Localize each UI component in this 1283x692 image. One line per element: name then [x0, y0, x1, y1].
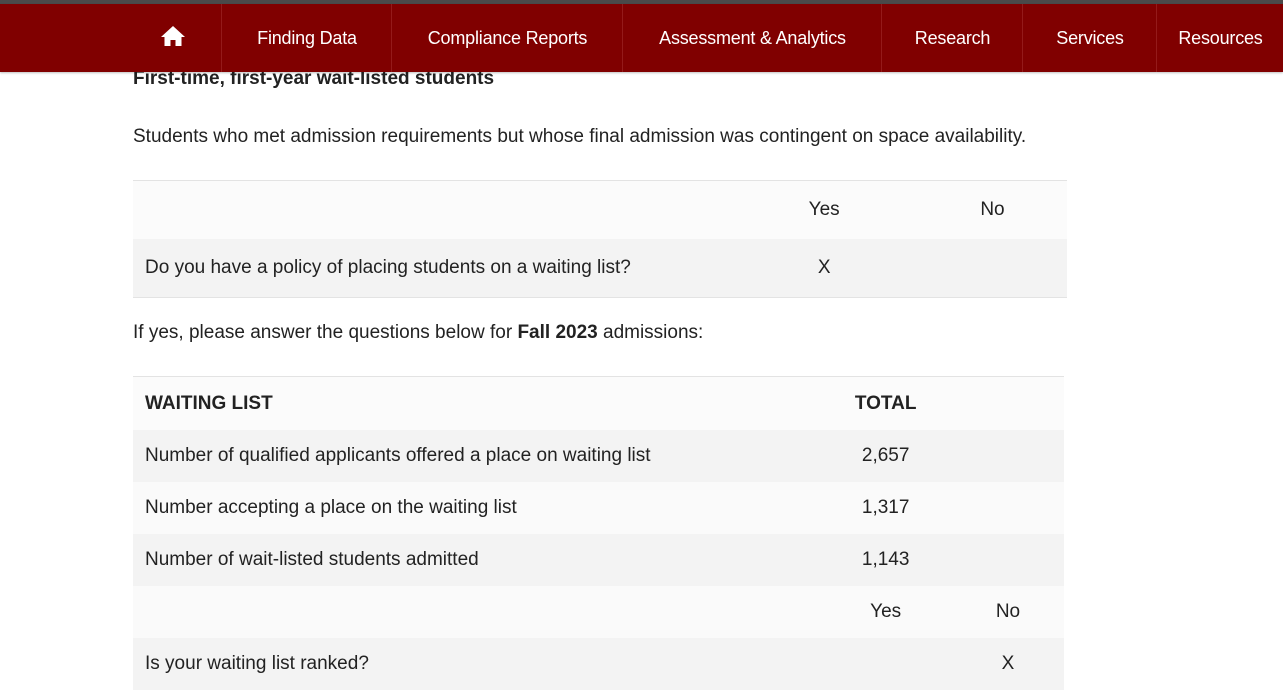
- ranked-yes-header: Yes: [819, 586, 952, 638]
- empty-cell: [133, 586, 820, 638]
- intro-term: Fall 2023: [517, 322, 598, 343]
- total-header: TOTAL: [819, 376, 952, 430]
- nav-resources[interactable]: Resources: [1156, 4, 1283, 72]
- column-yes-header: Yes: [730, 180, 918, 239]
- home-icon: [160, 25, 186, 52]
- policy-question: Do you have a policy of placing students…: [133, 239, 731, 298]
- header-empty-cell: [951, 376, 1064, 430]
- row-label: Number of qualified applicants offered a…: [133, 430, 820, 482]
- ranked-yes-mark: [819, 638, 952, 690]
- row-total: 2,657: [819, 430, 952, 482]
- nav-home-link[interactable]: [125, 4, 221, 72]
- empty-cell: [951, 430, 1064, 482]
- policy-no-mark: [917, 239, 1067, 298]
- waiting-list-policy-table: Yes No Do you have a policy of placing s…: [133, 180, 1067, 298]
- nav-compliance-reports[interactable]: Compliance Reports: [391, 4, 623, 72]
- column-no-header: No: [917, 180, 1067, 239]
- waiting-list-table: WAITING LIST TOTAL Number of qualified a…: [133, 376, 1064, 690]
- fall-intro-text: If yes, please answer the questions belo…: [133, 322, 703, 344]
- ranked-question: Is your waiting list ranked?: [133, 638, 820, 690]
- table-row: Is your waiting list ranked? X: [133, 638, 1064, 690]
- intro-prefix: If yes, please answer the questions belo…: [133, 322, 518, 343]
- table-row: Number accepting a place on the waiting …: [133, 482, 1064, 534]
- ranked-header-row: Yes No: [133, 586, 1064, 638]
- intro-suffix: admissions:: [597, 322, 704, 343]
- table-row: Number of wait-listed students admitted …: [133, 534, 1064, 586]
- nav-finding-data[interactable]: Finding Data: [221, 4, 392, 72]
- table-header-row: WAITING LIST TOTAL: [133, 376, 1064, 430]
- header-empty-cell: [133, 180, 731, 239]
- main-navigation: Finding Data Compliance Reports Assessme…: [0, 4, 1283, 72]
- section-description: Students who met admission requirements …: [133, 126, 1027, 147]
- row-label: Number of wait-listed students admitted: [133, 534, 820, 586]
- table-header-row: Yes No: [133, 180, 1067, 239]
- table-row: Number of qualified applicants offered a…: [133, 430, 1064, 482]
- row-total: 1,317: [819, 482, 952, 534]
- row-total: 1,143: [819, 534, 952, 586]
- empty-cell: [951, 534, 1064, 586]
- nav-research[interactable]: Research: [881, 4, 1023, 72]
- empty-cell: [951, 482, 1064, 534]
- ranked-no-header: No: [951, 586, 1064, 638]
- policy-yes-mark: X: [730, 239, 918, 298]
- nav-assessment-analytics[interactable]: Assessment & Analytics: [622, 4, 882, 72]
- ranked-no-mark: X: [951, 638, 1064, 690]
- table-row: Do you have a policy of placing students…: [133, 239, 1067, 298]
- nav-services[interactable]: Services: [1022, 4, 1157, 72]
- waiting-list-header: WAITING LIST: [133, 376, 820, 430]
- row-label: Number accepting a place on the waiting …: [133, 482, 820, 534]
